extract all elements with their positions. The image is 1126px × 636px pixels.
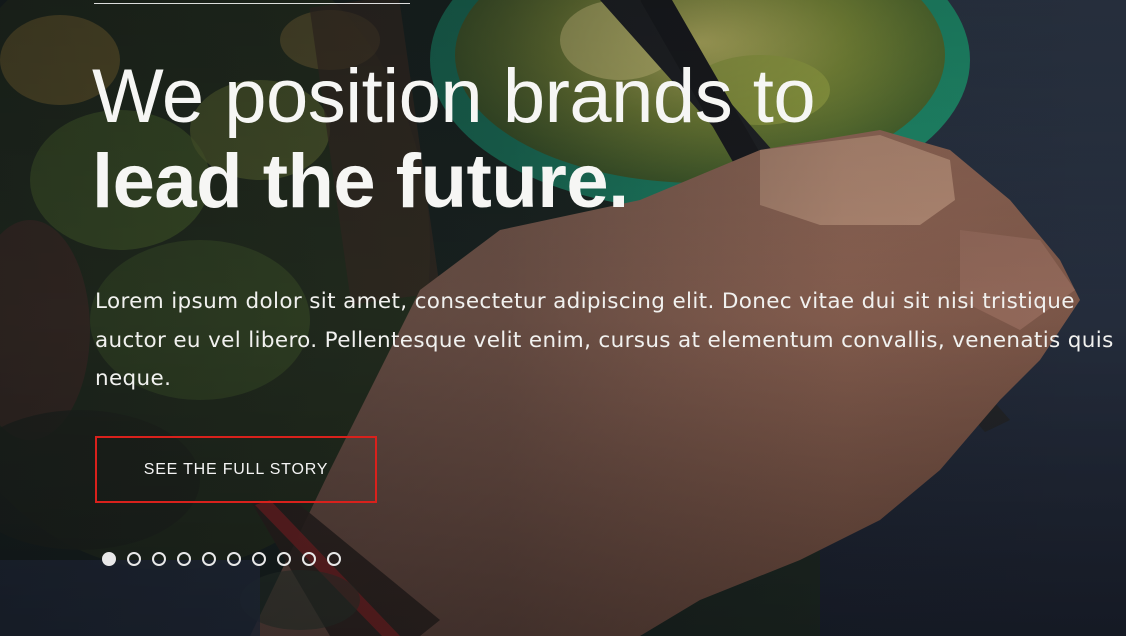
hero-slide: We position brands to lead the future. L… [0,0,1126,636]
slider-dot-3[interactable] [152,552,166,566]
see-full-story-button[interactable]: SEE THE FULL STORY [95,436,377,503]
slider-dot-1[interactable] [102,552,116,566]
hero-headline: We position brands to lead the future. [92,54,816,225]
slider-dot-4[interactable] [177,552,191,566]
headline-line-1: We position brands to [92,54,816,139]
hero-description: Lorem ipsum dolor sit amet, consectetur … [95,289,1114,391]
slider-pagination [102,552,341,566]
slider-dot-8[interactable] [277,552,291,566]
slider-dot-9[interactable] [302,552,316,566]
headline-line-2: lead the future. [92,139,629,225]
slider-dot-10[interactable] [327,552,341,566]
slider-dot-5[interactable] [202,552,216,566]
top-divider [94,3,410,4]
slider-dot-2[interactable] [127,552,141,566]
slider-dot-7[interactable] [252,552,266,566]
slider-dot-6[interactable] [227,552,241,566]
